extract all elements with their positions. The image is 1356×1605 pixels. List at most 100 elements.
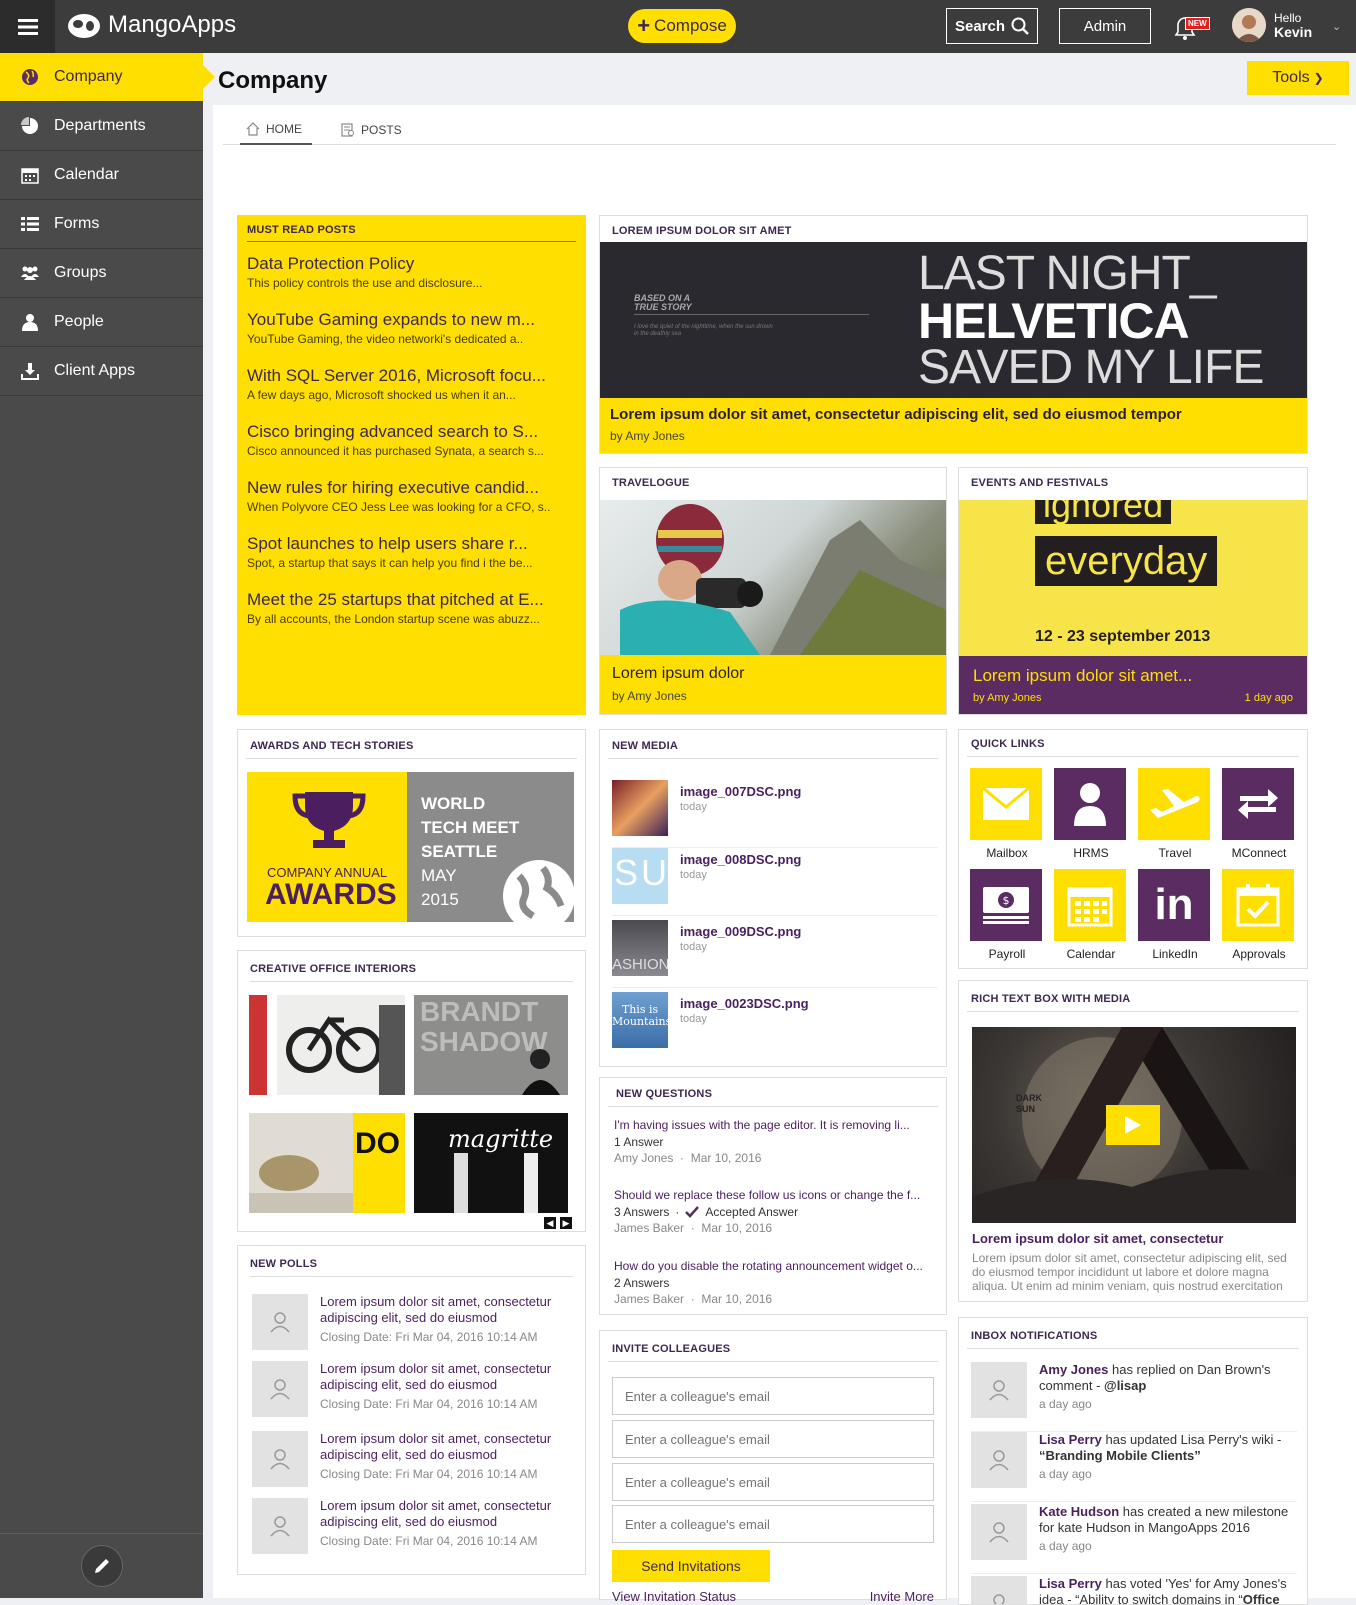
media-filename[interactable]: image_008DSC.png [680, 852, 801, 867]
hamburger-menu-button[interactable] [0, 0, 55, 53]
view-invitation-status-link[interactable]: View Invitation Status [612, 1589, 736, 1604]
must-read-item[interactable]: YouTube Gaming expands to new m... YouTub… [237, 310, 586, 346]
quick-link-mconnect[interactable]: MConnect [1222, 768, 1296, 860]
media-filename[interactable]: image_009DSC.png [680, 924, 801, 939]
media-item[interactable]: ASHION image_009DSC.png today [612, 920, 938, 988]
quick-link-hrms[interactable]: HRMS [1054, 768, 1128, 860]
sidebar-item-client-apps[interactable]: Client Apps [0, 347, 203, 396]
tab-home[interactable]: HOME [240, 115, 312, 145]
quick-link-payroll[interactable]: $ Payroll [970, 869, 1044, 961]
send-invitations-button[interactable]: Send Invitations [612, 1550, 770, 1582]
question-title[interactable]: How do you disable the rotating announce… [614, 1259, 934, 1273]
sidebar-item-people[interactable]: People [0, 298, 203, 347]
media-item[interactable]: SU image_008DSC.png today [612, 848, 938, 916]
colleague-email-input[interactable] [612, 1505, 934, 1543]
play-button[interactable] [1106, 1105, 1160, 1145]
notification-user[interactable]: Amy Jones [1039, 1362, 1108, 1377]
quick-link-mailbox[interactable]: Mailbox [970, 768, 1044, 860]
colleague-email-input[interactable] [612, 1377, 934, 1415]
media-item[interactable]: This is Mountains image_0023DSC.png toda… [612, 992, 938, 1060]
media-thumbnail[interactable]: SU [612, 848, 668, 904]
poll-item[interactable]: Lorem ipsum dolor sit amet, consectetur … [252, 1498, 577, 1558]
notification-item[interactable]: Amy Jones has replied on Dan Brown's com… [971, 1362, 1297, 1432]
tools-dropdown[interactable]: Tools ❯ [1247, 61, 1349, 95]
must-read-item[interactable]: Meet the 25 startups that pitched at E..… [237, 590, 586, 626]
featured-title[interactable]: Lorem ipsum dolor sit amet, consectetur … [610, 406, 1297, 423]
poll-title[interactable]: Lorem ipsum dolor sit amet, consectetur … [320, 1498, 580, 1530]
question-item[interactable]: Should we replace these follow us icons … [614, 1188, 934, 1235]
colleague-email-input[interactable] [612, 1420, 934, 1458]
post-title[interactable]: Cisco bringing advanced search to S... [247, 422, 576, 442]
media-thumbnail[interactable] [612, 780, 668, 836]
question-title[interactable]: Should we replace these follow us icons … [614, 1188, 934, 1202]
featured-post-widget[interactable]: LOREM IPSUM DOLOR SIT AMET BASED ON A TR… [599, 215, 1308, 454]
must-read-item[interactable]: New rules for hiring executive candid...… [237, 478, 586, 514]
poll-item[interactable]: Lorem ipsum dolor sit amet, consectetur … [252, 1361, 577, 1421]
sidebar-item-departments[interactable]: Departments [0, 102, 203, 151]
mangoapps-logo[interactable]: MangoApps [64, 10, 236, 40]
must-read-item[interactable]: Spot launches to help users share r... Sp… [237, 534, 586, 570]
gallery-prev-button[interactable]: ◀ [544, 1217, 556, 1229]
media-thumbnail[interactable]: This is Mountains [612, 992, 668, 1048]
admin-button[interactable]: Admin [1059, 8, 1151, 44]
chevron-down-icon[interactable]: ⌄ [1332, 20, 1341, 33]
events-image[interactable]: ignored everyday 12 - 23 september 2013 [959, 500, 1307, 656]
post-title[interactable]: New rules for hiring executive candid... [247, 478, 576, 498]
media-thumbnail[interactable]: ASHION [612, 920, 668, 976]
post-title[interactable]: Spot launches to help users share r... [247, 534, 576, 554]
user-avatar[interactable] [1232, 8, 1266, 42]
travelogue-image[interactable] [600, 500, 946, 655]
poll-item[interactable]: Lorem ipsum dolor sit amet, consectetur … [252, 1431, 577, 1491]
media-filename[interactable]: image_0023DSC.png [680, 996, 809, 1011]
event-title[interactable]: Lorem ipsum dolor sit amet... [973, 666, 1293, 686]
sidebar-item-company[interactable]: Company [0, 53, 215, 102]
compose-button[interactable]: + Compose [628, 9, 736, 43]
rich-text-title[interactable]: Lorem ipsum dolor sit amet, consectetur [972, 1231, 1223, 1246]
notification-user[interactable]: Lisa Perry [1039, 1576, 1102, 1591]
post-title[interactable]: Data Protection Policy [247, 254, 576, 274]
gallery-image-1[interactable] [249, 995, 405, 1095]
poll-item[interactable]: Lorem ipsum dolor sit amet, consectetur … [252, 1294, 577, 1354]
question-item[interactable]: I'm having issues with the page editor. … [614, 1118, 934, 1165]
media-filename[interactable]: image_007DSC.png [680, 784, 801, 799]
notification-item[interactable]: Lisa Perry has updated Lisa Perry's wiki… [971, 1432, 1297, 1502]
poll-title[interactable]: Lorem ipsum dolor sit amet, consectetur … [320, 1294, 580, 1326]
must-read-item[interactable]: Data Protection Policy This policy contro… [237, 254, 586, 290]
media-item[interactable]: image_007DSC.png today [612, 780, 938, 848]
quick-link-linkedin[interactable]: in LinkedIn [1138, 869, 1212, 961]
must-read-item[interactable]: With SQL Server 2016, Microsoft focu... A… [237, 366, 586, 402]
edit-pencil-button[interactable] [80, 1545, 123, 1587]
sidebar-item-forms[interactable]: Forms [0, 200, 203, 249]
travelogue-widget[interactable]: TRAVELOGUE Lorem ipsum dolor by Amy Jone… [599, 467, 947, 715]
notification-target[interactable]: Office [1243, 1592, 1280, 1604]
travelogue-title[interactable]: Lorem ipsum dolor [612, 665, 934, 683]
featured-banner-image[interactable]: BASED ON A TRUE STORY I love the quiet o… [600, 242, 1307, 398]
sidebar-item-calendar[interactable]: Calendar [0, 151, 203, 200]
awards-tile[interactable]: COMPANY ANNUAL AWARDS [247, 772, 407, 922]
user-greeting[interactable]: Hello Kevin [1274, 11, 1312, 39]
must-read-item[interactable]: Cisco bringing advanced search to S... Ci… [237, 422, 586, 458]
gallery-image-3[interactable]: DO [249, 1113, 405, 1213]
quick-link-calendar[interactable]: Calendar [1054, 869, 1128, 961]
post-title[interactable]: YouTube Gaming expands to new m... [247, 310, 576, 330]
quick-link-travel[interactable]: Travel [1138, 768, 1212, 860]
post-title[interactable]: With SQL Server 2016, Microsoft focu... [247, 366, 576, 386]
search-button[interactable]: Search [946, 8, 1038, 44]
gallery-image-2[interactable]: BRANDT SHADOW [414, 995, 568, 1095]
invite-more-link[interactable]: Invite More [870, 1589, 934, 1604]
question-title[interactable]: I'm having issues with the page editor. … [614, 1118, 934, 1132]
poll-title[interactable]: Lorem ipsum dolor sit amet, consectetur … [320, 1361, 580, 1393]
notification-target[interactable]: @lisap [1104, 1378, 1146, 1393]
question-item[interactable]: How do you disable the rotating announce… [614, 1259, 934, 1306]
gallery-image-4[interactable]: magritte [414, 1113, 568, 1213]
notification-item[interactable]: Kate Hudson has created a new milestone … [971, 1504, 1297, 1574]
tab-posts[interactable]: POSTS [335, 115, 408, 145]
tech-meet-tile[interactable]: WORLD TECH MEET SEATTLE MAY 2015 [407, 772, 574, 922]
notification-target[interactable]: “Branding Mobile Clients” [1039, 1448, 1201, 1463]
video-player[interactable]: DARK SUN [972, 1027, 1296, 1223]
quick-link-approvals[interactable]: Approvals [1222, 869, 1296, 961]
events-festivals-widget[interactable]: EVENTS AND FESTIVALS ignored everyday 12… [958, 467, 1308, 715]
notification-user[interactable]: Kate Hudson [1039, 1504, 1119, 1519]
post-title[interactable]: Meet the 25 startups that pitched at E..… [247, 590, 576, 610]
sidebar-item-groups[interactable]: Groups [0, 249, 203, 298]
